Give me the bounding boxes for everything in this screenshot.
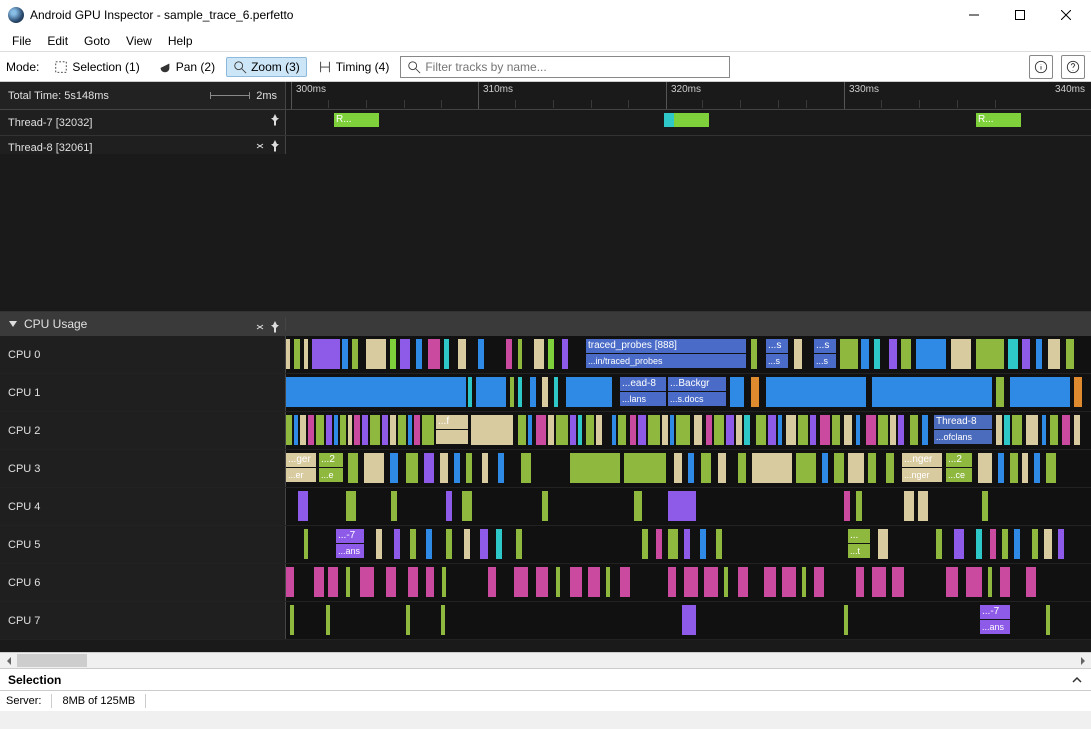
track-cpu4[interactable]: CPU 4 [0, 488, 1091, 526]
search-icon [407, 60, 421, 74]
cpu3-label: CPU 3 [8, 463, 40, 475]
track-thread-8[interactable]: Thread-8 [32061] eglSw... [0, 136, 1091, 312]
track-cpu7[interactable]: CPU 7 ...-7 ...ans [0, 602, 1091, 640]
total-time-label: Total Time: 5s148ms [8, 90, 109, 102]
cpu5-label: CPU 5 [8, 539, 40, 551]
slice-backgr[interactable]: ...Backgr [668, 377, 726, 391]
scale-hint: 2ms [256, 90, 277, 102]
scroll-right-button[interactable] [1074, 652, 1091, 669]
slice[interactable] [664, 113, 674, 127]
menu-goto[interactable]: Goto [76, 32, 118, 50]
mode-timing-label: Timing (4) [336, 60, 390, 74]
slice-traced-probes-path[interactable]: ...in/traced_probes [586, 354, 746, 368]
slice-ead8[interactable]: ...ead-8 [620, 377, 666, 391]
ruler-tick: 340ms [1051, 82, 1089, 109]
pan-icon [158, 60, 172, 74]
pin-icon[interactable] [269, 114, 281, 126]
scroll-thumb[interactable] [17, 654, 87, 667]
close-button[interactable] [1043, 0, 1089, 30]
track-cpu0[interactable]: CPU 0 traced_probes [888] ...in/traced_p… [0, 336, 1091, 374]
track-cpu5[interactable]: CPU 5 ...-7 ...ans ... ...t [0, 526, 1091, 564]
trace-area: Total Time: 5s148ms 2ms 300ms 310ms 320m… [0, 82, 1091, 652]
titlebar: Android GPU Inspector - sample_trace_6.p… [0, 0, 1091, 30]
cpu1-label: CPU 1 [8, 387, 40, 399]
filter-box[interactable] [400, 56, 730, 78]
track-thread-7[interactable]: Thread-7 [32032] R... R... [0, 110, 1091, 136]
slice-traced-probes[interactable]: traced_probes [888] [586, 339, 746, 353]
collapse-icon[interactable] [255, 322, 265, 332]
menu-help[interactable]: Help [160, 32, 201, 50]
thread7-label: Thread-7 [32032] [8, 117, 92, 129]
memory-status: 8MB of 125MB [62, 695, 135, 707]
ruler-tick: 310ms [478, 82, 517, 109]
cpu4-label: CPU 4 [8, 501, 40, 513]
slice-s[interactable]: ...s [766, 339, 788, 353]
status-bar: Server: 8MB of 125MB [0, 691, 1091, 711]
toolbar: Mode: Selection (1) Pan (2) Zoom (3) Tim… [0, 52, 1091, 82]
ruler-tick: 320ms [666, 82, 705, 109]
timing-icon [318, 60, 332, 74]
mode-selection[interactable]: Selection (1) [47, 57, 146, 77]
collapse-icon[interactable] [255, 141, 265, 151]
track-cpu3[interactable]: CPU 3 ...ger ...er ...2 ...e [0, 450, 1091, 488]
track-cpu1[interactable]: CPU 1 ...ead-8 ...lans ...Backgr ...s.do… [0, 374, 1091, 412]
ruler-tick: 330ms [844, 82, 883, 109]
cpu0-label: CPU 0 [8, 349, 40, 361]
mode-zoom-label: Zoom (3) [251, 60, 300, 74]
track-cpu6[interactable]: CPU 6 [0, 564, 1091, 602]
menu-edit[interactable]: Edit [39, 32, 76, 50]
cpu2-label: CPU 2 [8, 425, 40, 437]
mode-timing[interactable]: Timing (4) [311, 57, 397, 77]
filter-input[interactable] [425, 60, 723, 74]
help-button[interactable] [1061, 55, 1085, 79]
mode-zoom[interactable]: Zoom (3) [226, 57, 307, 77]
app-icon [8, 7, 24, 23]
maximize-button[interactable] [997, 0, 1043, 30]
slice-running[interactable]: R... [976, 113, 1021, 127]
cpu-usage-label: CPU Usage [24, 317, 87, 331]
expand-icon[interactable] [8, 319, 18, 329]
mode-label: Mode: [6, 60, 39, 74]
slice-thread8[interactable]: Thread-8 [934, 415, 992, 429]
mode-selection-label: Selection (1) [72, 60, 139, 74]
zoom-icon [233, 60, 247, 74]
scroll-track[interactable] [17, 652, 1074, 669]
horizontal-scrollbar[interactable] [0, 652, 1091, 669]
selection-panel-header[interactable]: Selection [0, 669, 1091, 691]
slice-thread7[interactable]: ...-7 [980, 605, 1010, 619]
menu-view[interactable]: View [118, 32, 160, 50]
info-button[interactable] [1029, 55, 1053, 79]
pin-icon[interactable] [269, 140, 281, 152]
pin-icon[interactable] [269, 321, 281, 333]
mode-pan[interactable]: Pan (2) [151, 57, 222, 77]
scroll-left-button[interactable] [0, 652, 17, 669]
selection-title: Selection [8, 673, 61, 687]
mode-pan-label: Pan (2) [176, 60, 215, 74]
slice[interactable] [674, 113, 709, 127]
timeline-ruler[interactable]: Total Time: 5s148ms 2ms 300ms 310ms 320m… [0, 82, 1091, 110]
menubar: File Edit Goto View Help [0, 30, 1091, 52]
section-cpu-usage[interactable]: CPU Usage [0, 312, 1091, 336]
server-label: Server: [6, 695, 41, 707]
window-title: Android GPU Inspector - sample_trace_6.p… [30, 8, 293, 22]
minimize-button[interactable] [951, 0, 997, 30]
ruler-tick: 300ms [291, 82, 330, 109]
chevron-up-icon[interactable] [1071, 674, 1083, 686]
cpu6-label: CPU 6 [8, 577, 40, 589]
slice-running[interactable]: R... [334, 113, 379, 127]
thread8-label: Thread-8 [32061] [8, 142, 92, 154]
selection-icon [54, 60, 68, 74]
menu-file[interactable]: File [4, 32, 39, 50]
cpu7-label: CPU 7 [8, 615, 40, 627]
track-cpu2[interactable]: CPU 2 ...f [0, 412, 1091, 450]
